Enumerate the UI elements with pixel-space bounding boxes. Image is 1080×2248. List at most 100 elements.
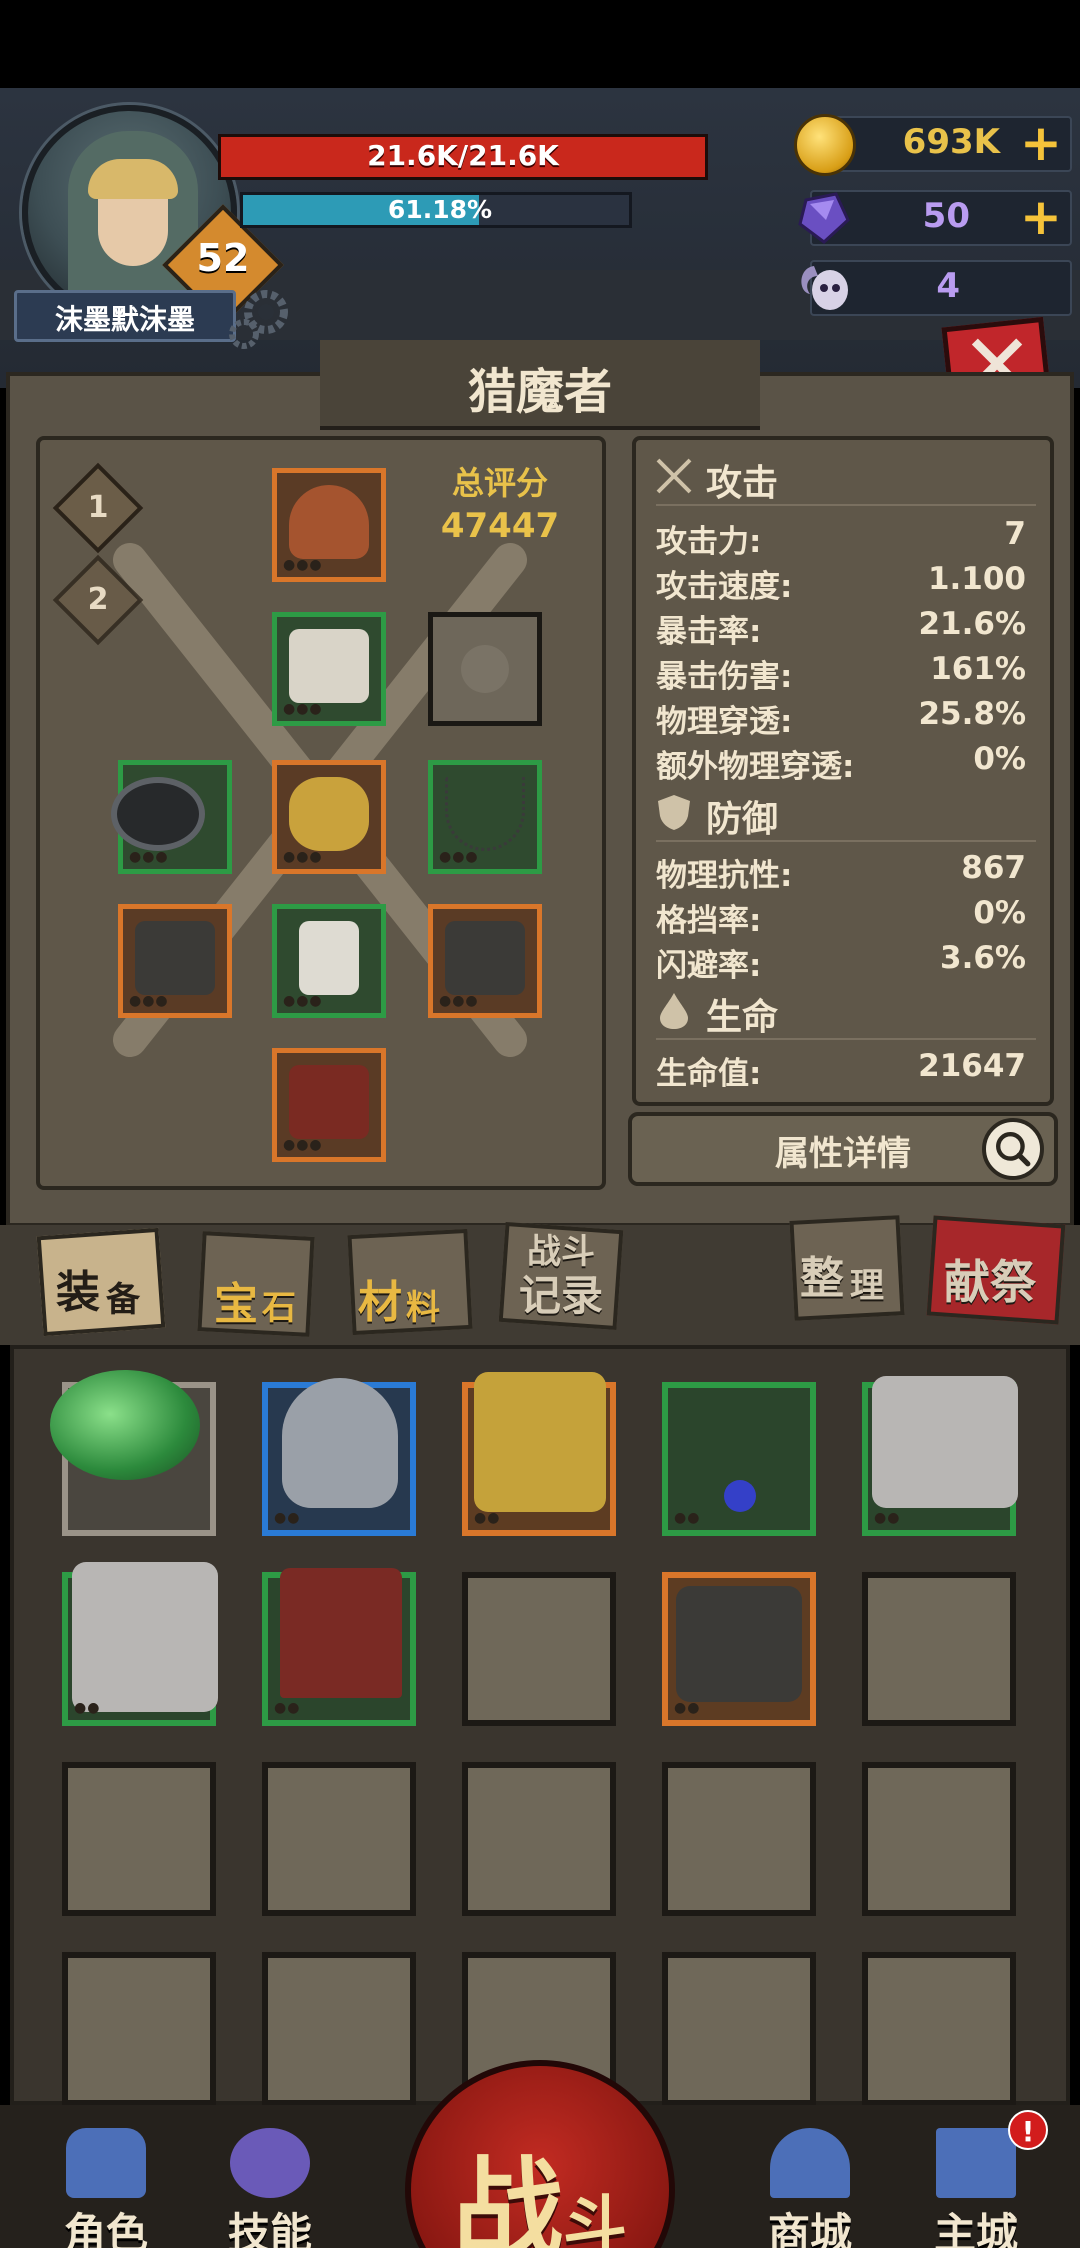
- equip-slot-amulet[interactable]: ●●●: [272, 760, 386, 874]
- inventory-slot[interactable]: ●●: [262, 1378, 416, 1536]
- inventory-slot-empty[interactable]: [862, 1572, 1016, 1726]
- bandage-shirt-icon: [289, 629, 369, 703]
- stat-row: 暴击率: 21.6%: [656, 606, 1026, 650]
- inventory-slot[interactable]: [50, 1370, 216, 1536]
- inventory-slot[interactable]: ●●: [862, 1376, 1018, 1536]
- divider: [656, 1038, 1036, 1040]
- leather-skirt-icon: [280, 1568, 402, 1698]
- notification-badge: !: [1008, 2110, 1048, 2150]
- equip-slot-ring[interactable]: ●●●: [111, 760, 232, 874]
- gem-value: 50: [922, 196, 970, 236]
- equip-slot-boots[interactable]: ●●●: [272, 1048, 386, 1162]
- castle-icon: [936, 2128, 1016, 2198]
- equip-slot-weapon-left[interactable]: ●●●: [118, 904, 232, 1018]
- inventory-slot[interactable]: ●●: [62, 1562, 218, 1726]
- stat-row: 物理穿透: 25.8%: [656, 696, 1026, 740]
- sun-ring-icon: [289, 777, 369, 851]
- tab-equipment-label-b: 备: [106, 1280, 140, 1320]
- nav-character[interactable]: 角色: [36, 2128, 176, 2248]
- crossed-swords-icon: [656, 458, 692, 494]
- equip-slot-necklace[interactable]: ●●●: [428, 760, 542, 874]
- tab-gems-label-b: 石: [262, 1288, 296, 1328]
- inventory-slot[interactable]: ●●: [662, 1382, 816, 1536]
- xp-text: 61.18%: [387, 195, 493, 224]
- equip-slot-legs[interactable]: ●●●: [272, 904, 386, 1018]
- add-gold-button[interactable]: +: [1020, 118, 1062, 168]
- golden-armor-icon: [474, 1372, 606, 1512]
- helmet-icon: [66, 2128, 146, 2198]
- stat-row: 攻击力: 7: [656, 516, 1026, 560]
- inventory-slot-empty[interactable]: [662, 1762, 816, 1916]
- steel-cuirass-icon: [72, 1562, 218, 1712]
- shield-icon: [658, 795, 690, 830]
- black-ring-icon: [111, 777, 205, 851]
- equip-slot-weapon-right[interactable]: ●●●: [428, 904, 542, 1018]
- panel-title: 猎魔者: [467, 364, 612, 420]
- player-level: 52: [196, 236, 250, 280]
- inventory-slot-empty[interactable]: [262, 1952, 416, 2106]
- inventory-slot-empty[interactable]: [62, 1952, 216, 2106]
- nav-main-city-label: 主城: [933, 2209, 1018, 2248]
- jade-ring-icon: [50, 1370, 200, 1480]
- stat-row: 攻击速度: 1.100: [656, 561, 1026, 605]
- equip-slot-empty-locked[interactable]: [428, 612, 542, 726]
- chainmail-hood-icon: [282, 1378, 398, 1508]
- nav-shop-label: 商城: [767, 2209, 852, 2248]
- inventory-slot-empty[interactable]: [62, 1762, 216, 1916]
- inventory-slot-empty[interactable]: [462, 1762, 616, 1916]
- red-pendant-necklace-icon: [445, 777, 525, 851]
- stat-row: 物理抗性: 867: [656, 850, 1026, 894]
- hp-text: 21.6K/21.6K: [367, 139, 559, 172]
- inventory-slot-empty[interactable]: [262, 1762, 416, 1916]
- tent-icon: [770, 2128, 850, 2198]
- stat-row: 额外物理穿透: 0%: [656, 741, 1026, 785]
- tab-equipment-label-a: 装: [56, 1267, 100, 1318]
- skull-blades-icon: [676, 1586, 802, 1702]
- nav-character-label: 角色: [63, 2209, 148, 2248]
- stat-row: 格挡率: 0%: [656, 895, 1026, 939]
- inventory-slot-empty[interactable]: [662, 1952, 816, 2106]
- equip-set-1-label: 1: [87, 490, 109, 525]
- red-boots-icon: [289, 1065, 369, 1139]
- divider: [656, 504, 1036, 506]
- tab-materials-label-b: 料: [406, 1288, 440, 1328]
- nav-skills[interactable]: 技能: [200, 2128, 340, 2248]
- equip-slot-helmet[interactable]: ●●●: [272, 468, 386, 582]
- sapphire-necklace-icon: [724, 1480, 756, 1512]
- plate-armor-icon: [872, 1376, 1018, 1508]
- inventory-slot[interactable]: ●●: [462, 1372, 616, 1536]
- score-value: 47447: [440, 506, 560, 546]
- nav-shop[interactable]: 商城: [740, 2128, 880, 2248]
- inventory-slot[interactable]: ●●: [662, 1572, 816, 1726]
- player-name: 沫墨默沫墨: [54, 303, 195, 336]
- life-section-title: 生命: [706, 997, 779, 1038]
- swirl-icon: [230, 2128, 310, 2198]
- defense-section-title: 防御: [706, 799, 779, 840]
- score-label: 总评分: [451, 464, 548, 502]
- key-value: 4: [936, 266, 960, 306]
- stat-row: 暴击伤害: 161%: [656, 651, 1026, 695]
- stat-row: 生命值: 21647: [656, 1048, 1026, 1092]
- locked-slot-icon: [461, 645, 509, 693]
- sacrifice-label: 献祭: [944, 1255, 1036, 1309]
- nav-skills-label: 技能: [227, 2209, 312, 2248]
- game-screen: 52 沫墨默沫墨 21.6K/21.6K 61.18% 693K + 50 + …: [0, 0, 1080, 2248]
- ram-skull-icon: [801, 266, 848, 310]
- inventory-slot-empty[interactable]: [462, 1572, 616, 1726]
- equip-slot-chest[interactable]: ●●●: [272, 612, 386, 726]
- inventory-slot-empty[interactable]: [862, 1762, 1016, 1916]
- sort-label-b: 理: [850, 1266, 884, 1306]
- bandage-pants-icon: [299, 921, 359, 995]
- inventory-slot[interactable]: ●●: [262, 1568, 416, 1726]
- add-gem-button[interactable]: +: [1020, 192, 1062, 242]
- tab-battle-log-label-b: 记录: [518, 1271, 603, 1320]
- gold-value: 693K: [902, 122, 1000, 162]
- battle-label: 战斗: [453, 2146, 627, 2248]
- tab-gems-label-a: 宝: [214, 1279, 258, 1330]
- divider: [656, 840, 1036, 842]
- equip-set-2-label: 2: [87, 582, 109, 617]
- magnifier-icon[interactable]: [982, 1118, 1044, 1180]
- attack-section-title: 攻击: [706, 463, 779, 504]
- inventory-slot-empty[interactable]: [862, 1952, 1016, 2106]
- gear-icon[interactable]: [226, 282, 298, 354]
